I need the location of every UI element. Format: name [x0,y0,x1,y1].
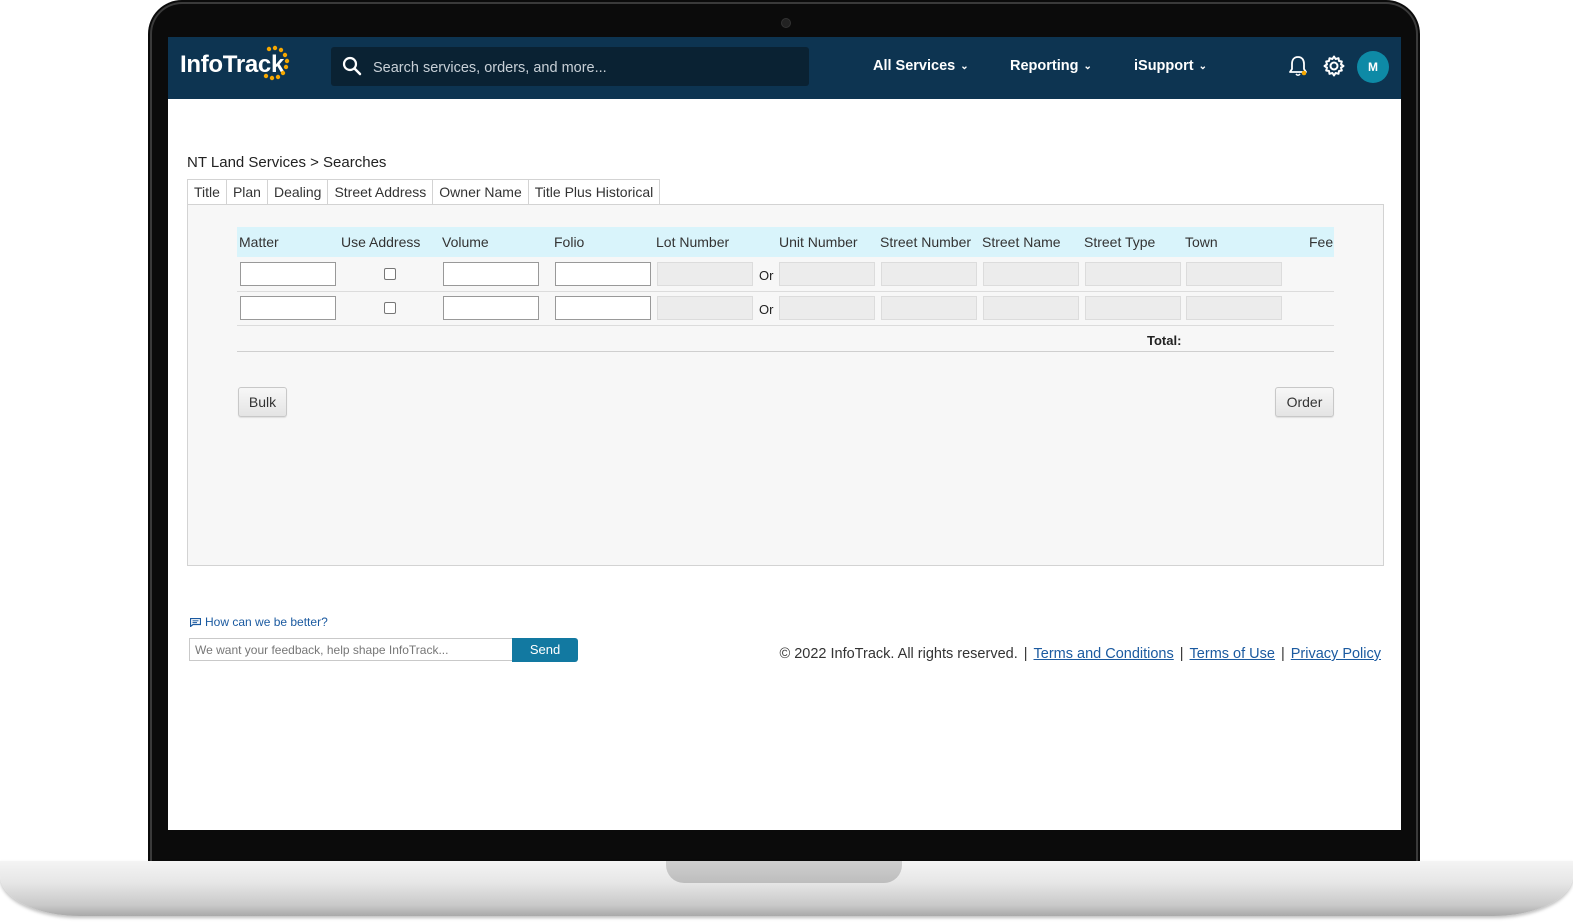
chevron-down-icon: ⌄ [1083,61,1092,72]
order-button[interactable]: Order [1275,387,1334,417]
top-navigation-bar: InfoTrack All Services⌄ Reporting⌄ iSupp… [168,37,1401,99]
street-name-input [983,296,1079,320]
matter-input[interactable] [240,262,336,286]
or-label: Or [759,302,774,317]
user-avatar[interactable]: M [1357,51,1389,83]
search-tabs: Title Plan Dealing Street Address Owner … [187,179,661,205]
table-row: Or [237,258,1334,292]
search-icon [342,56,362,76]
column-header-matter: Matter [239,234,279,250]
gear-icon[interactable] [1322,54,1346,78]
tab-dealing[interactable]: Dealing [268,180,329,205]
tab-street-address[interactable]: Street Address [328,180,434,205]
feedback-link[interactable]: How can we be better? [190,615,328,629]
unit-number-input [779,296,875,320]
column-header-folio: Folio [554,234,585,250]
street-number-input [881,296,977,320]
table-row: Or [237,292,1334,326]
terms-of-use-link[interactable]: Terms of Use [1190,646,1275,662]
feedback-input[interactable] [189,638,513,661]
nav-label: All Services [873,58,956,74]
volume-input[interactable] [443,296,539,320]
column-header-unit-number: Unit Number [779,234,858,250]
nav-reporting[interactable]: Reporting ⌄ [1010,58,1092,74]
unit-number-input [779,262,875,286]
column-header-volume: Volume [442,234,489,250]
bell-icon[interactable] [1287,54,1309,78]
breadcrumb: NT Land Services > Searches [187,154,387,171]
column-header-town: Town [1185,234,1218,250]
nav-isupport[interactable]: iSupport ⌄ [1134,58,1207,74]
laptop-notch [666,861,902,883]
copyright-text: © 2022 InfoTrack. All rights reserved. [779,646,1018,662]
folio-input[interactable] [555,296,651,320]
street-number-input [881,262,977,286]
divider: | [1023,646,1028,662]
town-input [1186,262,1282,286]
divider: | [1179,646,1184,662]
feedback-link-label: How can we be better? [205,615,328,629]
column-header-street-number: Street Number [880,234,972,250]
global-search[interactable] [331,47,809,88]
search-input[interactable] [371,47,805,88]
or-label: Or [759,268,774,283]
nav-all-services[interactable]: All Services ⌄ [873,58,969,74]
matter-input[interactable] [240,296,336,320]
town-input [1186,296,1282,320]
street-type-input [1085,296,1181,320]
send-feedback-button[interactable]: Send [512,638,578,662]
use-address-checkbox[interactable] [384,268,396,280]
total-label: Total: [1147,333,1182,348]
nav-label: Reporting [1010,58,1079,74]
column-header-lot-number: Lot Number [656,234,730,250]
logo-sunburst-icon [263,45,290,81]
footer: © 2022 InfoTrack. All rights reserved. | T… [780,646,1382,662]
tab-plan[interactable]: Plan [227,180,268,205]
divider: | [1280,646,1285,662]
volume-input[interactable] [443,262,539,286]
street-type-input [1085,262,1181,286]
tab-title-plus-historical[interactable]: Title Plus Historical [529,180,660,205]
folio-input[interactable] [555,262,651,286]
nav-label: iSupport [1134,58,1194,74]
chevron-down-icon: ⌄ [1198,61,1207,72]
screen: InfoTrack All Services⌄ Reporting⌄ iSupp… [168,37,1401,830]
webcam [781,18,791,28]
search-form-panel: Matter Use Address Volume Folio Lot Numb… [187,204,1384,566]
column-header-street-type: Street Type [1084,234,1156,250]
bulk-button[interactable]: Bulk [238,387,287,417]
lot-number-input [657,262,753,286]
tab-title[interactable]: Title [188,180,227,205]
tab-owner-name[interactable]: Owner Name [433,180,529,205]
table-header: Matter Use Address Volume Folio Lot Numb… [237,227,1334,257]
chevron-down-icon: ⌄ [960,61,969,72]
street-name-input [983,262,1079,286]
use-address-checkbox[interactable] [384,302,396,314]
privacy-policy-link[interactable]: Privacy Policy [1291,646,1381,662]
column-header-fee: Fee [1309,234,1334,250]
chat-icon [190,618,201,627]
lot-number-input [657,296,753,320]
column-header-use-address: Use Address [341,234,421,250]
total-row: Total: [237,325,1334,352]
terms-and-conditions-link[interactable]: Terms and Conditions [1034,646,1174,662]
column-header-street-name: Street Name [982,234,1061,250]
